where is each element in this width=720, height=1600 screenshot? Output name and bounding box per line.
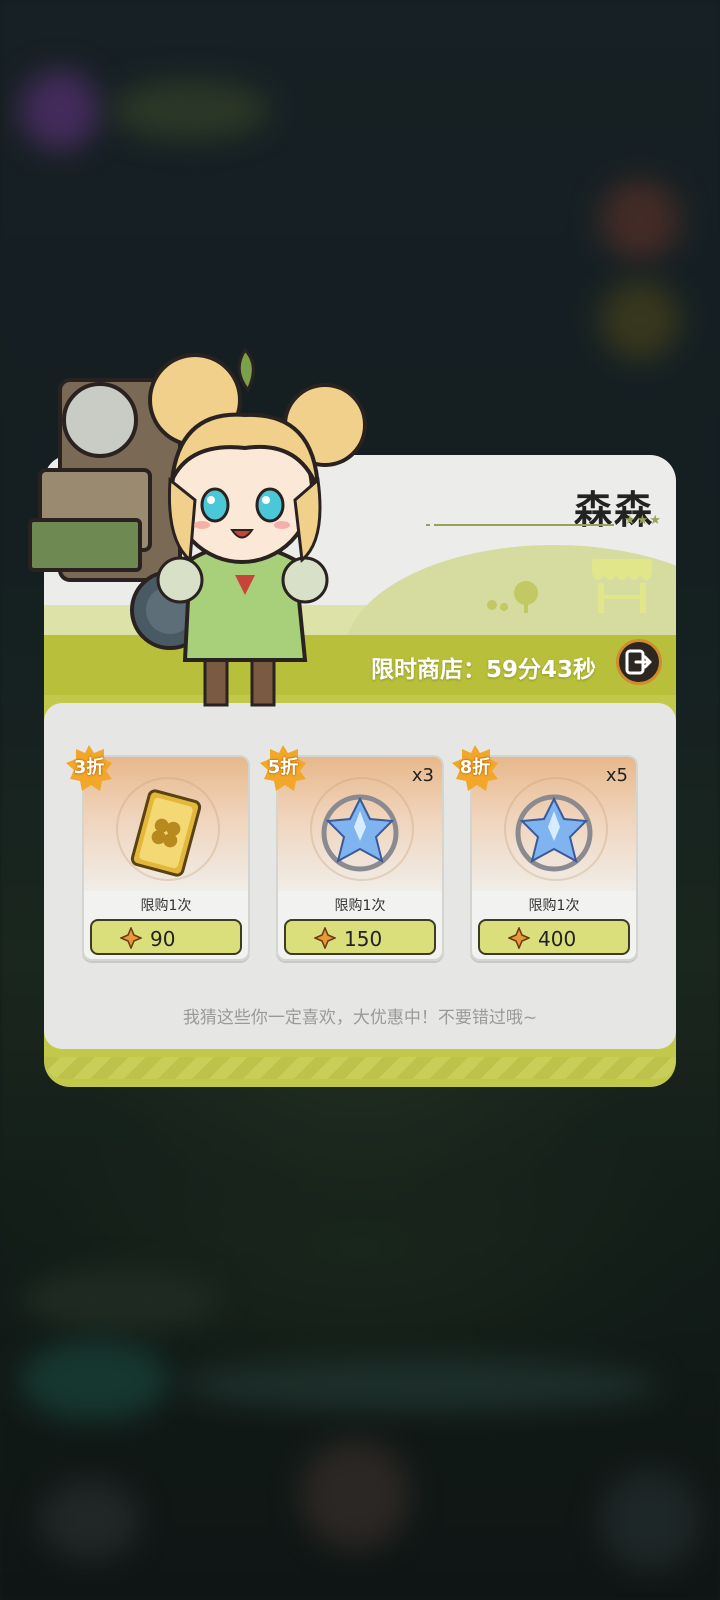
currency-gem-icon [120,927,142,949]
shop-slogan: 我猜这些你一定喜欢，大优惠中！不要错过哦~ [182,1008,538,1028]
npc-character-portrait [28,347,367,707]
discount-badge: 5折 [258,743,308,793]
shop-timer: 限时商店：59分43秒 [370,657,596,683]
item-price: 90 [150,927,176,951]
name-divider [434,524,614,526]
clover-card-icon [130,789,202,877]
discount-badge: 8折 [450,743,500,793]
buy-button[interactable]: 90 [90,919,242,955]
currency-gem-icon [508,927,530,949]
blue-crystal-icon [321,794,399,872]
exit-icon [625,649,652,675]
purchase-limit: 限购1次 [140,898,192,914]
purchase-limit: 限购1次 [528,898,580,914]
name-stars: ★★★ [624,513,662,528]
buy-button[interactable]: 150 [284,919,436,955]
item-price: 400 [538,927,577,951]
item-quantity: x5 [605,765,628,786]
item-quantity: x3 [411,765,434,786]
buy-button[interactable]: 400 [478,919,630,955]
blue-crystal-icon [515,794,593,872]
exit-button[interactable] [616,639,662,685]
tree-silhouette-icon [487,581,538,613]
shop-stall-icon [592,559,652,613]
currency-gem-icon [314,927,336,949]
purchase-limit: 限购1次 [334,898,386,914]
item-price: 150 [344,927,383,951]
discount-badge: 3折 [64,743,114,793]
